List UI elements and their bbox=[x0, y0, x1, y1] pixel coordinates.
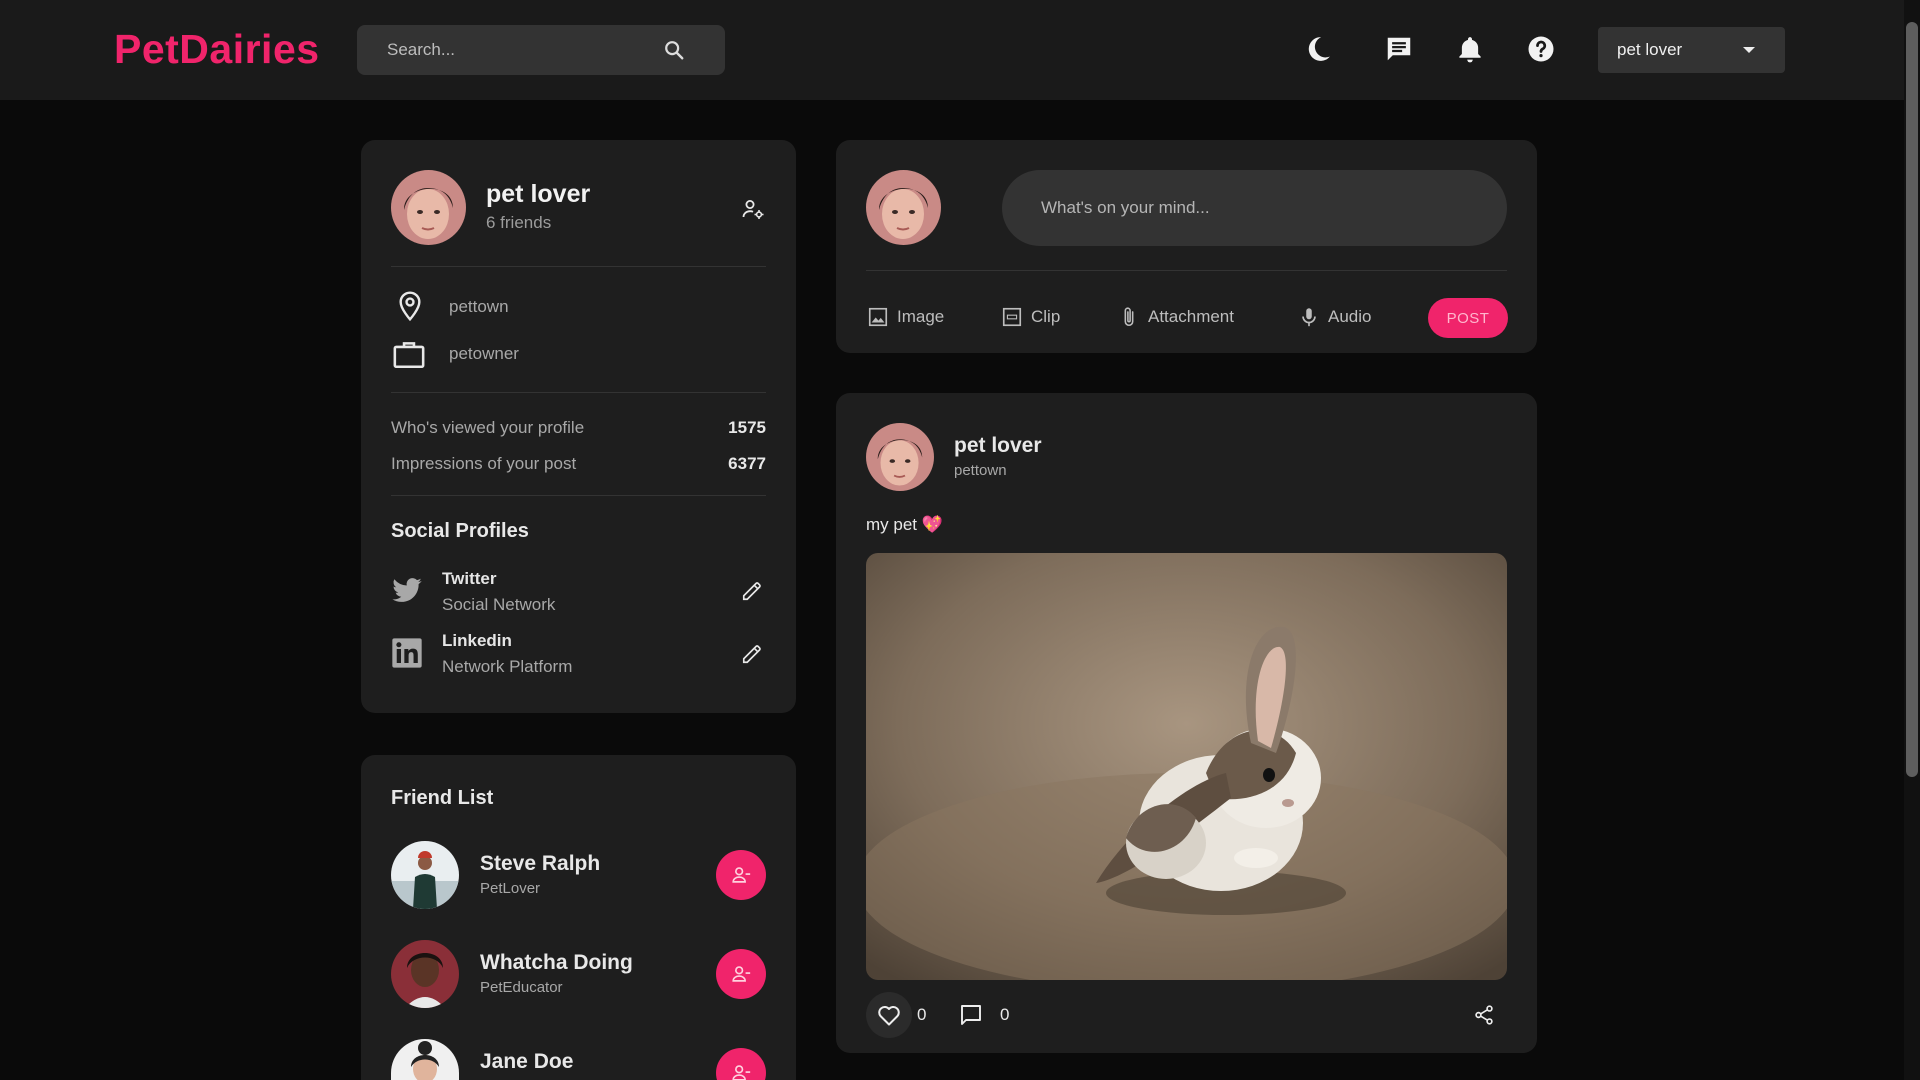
search-box bbox=[357, 25, 725, 75]
profile-divider bbox=[391, 392, 766, 393]
caret-down-icon bbox=[1743, 47, 1755, 53]
post-author-location: pettown bbox=[954, 462, 1007, 479]
friend-role: PetEducator bbox=[480, 979, 563, 996]
post-author-name[interactable]: pet lover bbox=[954, 434, 1042, 458]
top-nav-bar: PetDairies pet lover bbox=[0, 0, 1904, 100]
friend-name[interactable]: Whatcha Doing bbox=[480, 951, 633, 975]
chat-icon[interactable] bbox=[1384, 34, 1414, 64]
twitter-icon bbox=[392, 578, 422, 602]
person-remove-icon bbox=[732, 1065, 751, 1080]
composer-tool-attachment[interactable]: Attachment bbox=[1118, 304, 1234, 330]
image-icon bbox=[868, 307, 888, 327]
friend-role: PetLover bbox=[480, 880, 541, 897]
composer-tool-image[interactable]: Image bbox=[867, 304, 944, 330]
location-pin-icon bbox=[399, 291, 421, 322]
stat-label-impressions: Impressions of your post bbox=[391, 454, 577, 473]
moon-icon[interactable] bbox=[1303, 34, 1333, 64]
post-image[interactable] bbox=[866, 553, 1507, 980]
comment-count: 0 bbox=[1000, 1005, 1010, 1024]
manage-accounts-icon[interactable] bbox=[741, 197, 765, 221]
composer-tool-audio[interactable]: Audio bbox=[1298, 304, 1371, 330]
profile-divider bbox=[391, 495, 766, 496]
person-remove-icon bbox=[732, 966, 751, 982]
microphone-icon bbox=[1302, 308, 1316, 327]
share-icon[interactable] bbox=[1473, 1004, 1495, 1026]
social-desc-twitter: Social Network bbox=[442, 595, 556, 614]
help-icon[interactable] bbox=[1526, 34, 1556, 64]
friend-name[interactable]: Jane Doe bbox=[480, 1050, 573, 1074]
post-text: my pet 💖 bbox=[866, 515, 943, 534]
linkedin-icon bbox=[392, 638, 422, 668]
social-profiles-title: Social Profiles bbox=[391, 520, 529, 542]
composer-input[interactable] bbox=[1002, 170, 1507, 246]
comment-icon[interactable] bbox=[959, 1003, 983, 1027]
paperclip-icon bbox=[1124, 307, 1134, 327]
profile-location: pettown bbox=[449, 297, 509, 316]
like-count: 0 bbox=[917, 1005, 927, 1024]
search-icon[interactable] bbox=[663, 39, 685, 61]
composer-divider bbox=[866, 270, 1507, 271]
stat-value-profile-views: 1575 bbox=[728, 418, 766, 437]
social-name-twitter[interactable]: Twitter bbox=[442, 569, 496, 589]
like-button[interactable] bbox=[866, 992, 912, 1038]
profile-avatar[interactable] bbox=[391, 170, 466, 245]
user-dropdown[interactable]: pet lover bbox=[1598, 27, 1785, 73]
user-dropdown-label: pet lover bbox=[1617, 40, 1683, 59]
post-button[interactable]: POST bbox=[1428, 298, 1508, 338]
scrollbar-thumb[interactable] bbox=[1906, 22, 1918, 777]
stat-value-impressions: 6377 bbox=[728, 454, 766, 473]
heart-icon bbox=[878, 1006, 900, 1026]
app-logo[interactable]: PetDairies bbox=[114, 26, 320, 73]
friend-list-title: Friend List bbox=[391, 787, 494, 809]
post-author-avatar[interactable] bbox=[866, 423, 934, 491]
friend-name[interactable]: Steve Ralph bbox=[480, 852, 600, 876]
friend-avatar[interactable] bbox=[391, 841, 459, 909]
profile-name[interactable]: pet lover bbox=[486, 180, 590, 209]
edit-pencil-icon[interactable] bbox=[741, 580, 763, 602]
person-remove-icon bbox=[732, 867, 751, 883]
profile-friends-count: 6 friends bbox=[486, 213, 552, 232]
social-name-linkedin[interactable]: Linkedin bbox=[442, 631, 512, 651]
composer-tool-label: Audio bbox=[1328, 307, 1372, 326]
stat-label-profile-views: Who's viewed your profile bbox=[391, 418, 585, 437]
edit-pencil-icon[interactable] bbox=[741, 643, 763, 665]
remove-friend-button[interactable] bbox=[716, 850, 766, 900]
gif-box-icon bbox=[1002, 307, 1022, 327]
friend-avatar[interactable] bbox=[391, 940, 459, 1008]
composer-tool-label: Attachment bbox=[1148, 307, 1234, 326]
composer-tool-label: Clip bbox=[1031, 307, 1061, 326]
composer-tool-clip[interactable]: Clip bbox=[1001, 304, 1060, 330]
social-desc-linkedin: Network Platform bbox=[442, 657, 573, 676]
composer-avatar bbox=[866, 170, 941, 245]
remove-friend-button[interactable] bbox=[716, 949, 766, 999]
composer-tool-label: Image bbox=[897, 307, 945, 326]
bell-icon[interactable] bbox=[1455, 34, 1485, 64]
profile-occupation: petowner bbox=[449, 344, 519, 363]
briefcase-icon bbox=[393, 342, 425, 369]
search-input[interactable] bbox=[357, 25, 667, 75]
profile-divider bbox=[391, 266, 766, 267]
